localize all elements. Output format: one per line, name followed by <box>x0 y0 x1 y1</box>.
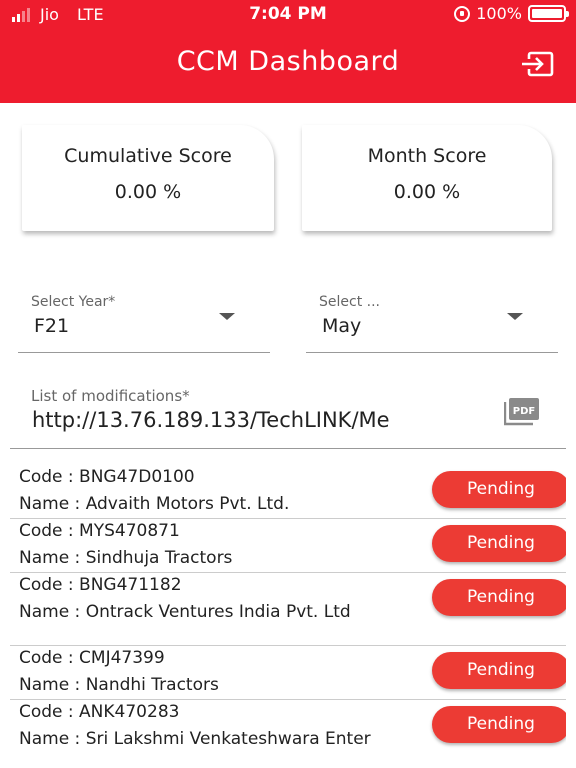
month-select-value: May <box>322 315 362 337</box>
pending-button[interactable]: Pending <box>432 471 566 508</box>
modifications-field[interactable]: List of modifications* http://13.76.189.… <box>10 383 566 449</box>
battery-percent: 100% <box>476 4 522 23</box>
dealer-name: Name : Sindhuja Tractors <box>19 548 233 568</box>
logout-button[interactable] <box>520 50 554 78</box>
dealer-name: Name : Advaith Motors Pvt. Ltd. <box>19 494 290 514</box>
month-select-label: Select ... <box>319 294 380 310</box>
dealer-code: Code : CMJ47399 <box>19 648 165 668</box>
dealer-code: Code : ANK470283 <box>19 702 180 722</box>
pdf-icon[interactable]: PDF <box>503 396 542 426</box>
list-item[interactable]: Code : CMJ47399 Name : Nandhi Tractors P… <box>10 646 566 700</box>
dealer-name: Name : Sri Lakshmi Venkateshwara Enter <box>19 729 371 749</box>
dealer-code: Code : MYS470871 <box>19 521 180 541</box>
modifications-label: List of modifications* <box>31 387 190 405</box>
pending-button[interactable]: Pending <box>432 706 566 743</box>
battery-icon <box>528 5 569 22</box>
svg-text:PDF: PDF <box>513 406 535 417</box>
year-select-value: F21 <box>34 315 70 337</box>
chevron-down-icon <box>219 313 235 320</box>
list-item[interactable]: Code : ANK470283 Name : Sri Lakshmi Venk… <box>10 700 566 768</box>
month-score-label: Month Score <box>367 145 487 167</box>
pending-button[interactable]: Pending <box>432 652 566 689</box>
cumulative-score-card: Cumulative Score 0.00 % <box>22 125 274 231</box>
pending-button[interactable]: Pending <box>432 579 566 616</box>
month-score-value: 0.00 % <box>393 181 461 203</box>
orientation-lock-icon <box>454 5 471 22</box>
dealer-name: Name : Nandhi Tractors <box>19 675 219 695</box>
cumulative-score-label: Cumulative Score <box>64 145 232 167</box>
app-header: Jio LTE 7:04 PM 100% CCM Dashboard <box>0 0 576 103</box>
pending-button[interactable]: Pending <box>432 525 566 562</box>
dealer-code: Code : BNG47D0100 <box>19 467 195 487</box>
page-title: CCM Dashboard <box>176 46 400 77</box>
year-select-label: Select Year* <box>31 294 116 310</box>
month-score-card: Month Score 0.00 % <box>302 125 552 231</box>
modifications-url[interactable]: http://13.76.189.133/TechLINK/Me <box>32 408 460 432</box>
list-item[interactable]: Code : BNG471182 Name : Ontrack Ventures… <box>10 573 566 646</box>
list-item[interactable]: Code : BNG47D0100 Name : Advaith Motors … <box>10 464 566 519</box>
month-select[interactable]: Select ... May <box>306 290 558 353</box>
status-bar: Jio LTE 7:04 PM 100% <box>0 0 576 28</box>
logout-icon <box>522 51 554 77</box>
list-item[interactable]: Code : MYS470871 Name : Sindhuja Tractor… <box>10 519 566 573</box>
chevron-down-icon <box>507 313 523 320</box>
year-select[interactable]: Select Year* F21 <box>18 290 270 353</box>
status-right: 100% <box>454 4 569 23</box>
dealer-list[interactable]: Code : BNG47D0100 Name : Advaith Motors … <box>10 464 566 768</box>
cumulative-score-value: 0.00 % <box>114 181 182 203</box>
dealer-code: Code : BNG471182 <box>19 575 182 595</box>
dealer-name: Name : Ontrack Ventures India Pvt. Ltd <box>19 602 351 622</box>
